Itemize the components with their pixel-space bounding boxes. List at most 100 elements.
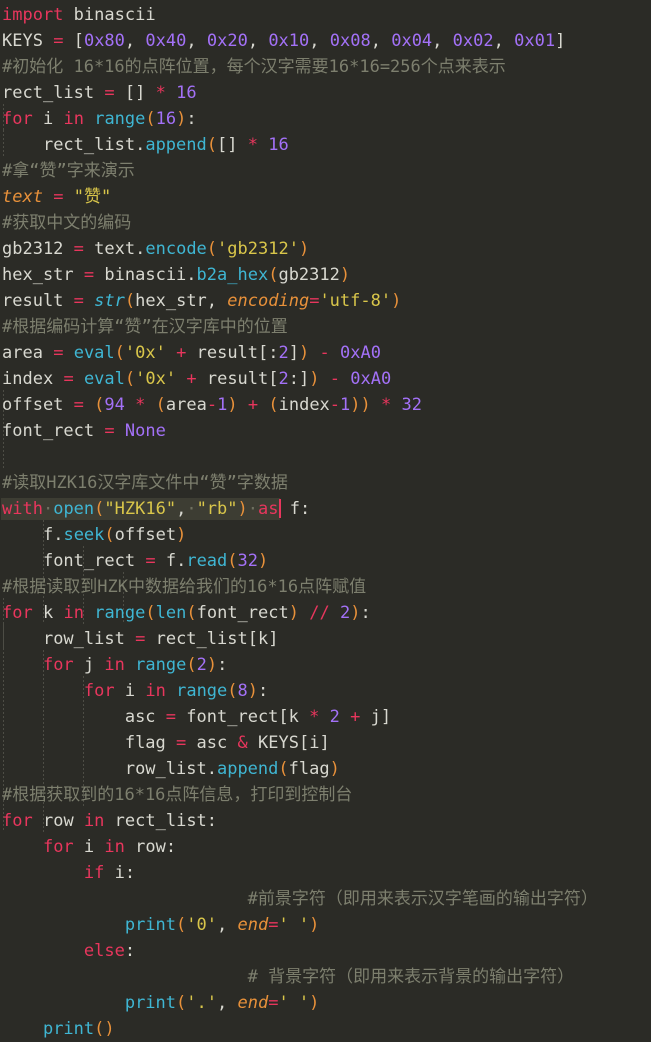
token-operator: - <box>319 343 330 363</box>
code-line[interactable]: print('.', end=' ') <box>0 990 651 1016</box>
code-line[interactable]: KEYS = [0x80, 0x40, 0x20, 0x10, 0x08, 0x… <box>0 28 651 54</box>
token-bracket: [ <box>268 369 279 389</box>
token-operator: + <box>176 343 187 363</box>
code-line[interactable]: for k in range(len(font_rect) // 2): <box>0 600 651 626</box>
token-function: eval <box>73 343 115 363</box>
token-string: 'utf-8' <box>319 291 392 311</box>
token-keyword: for <box>2 811 33 831</box>
token-colon: : <box>124 941 136 961</box>
code-line[interactable]: hex_str = binascii.b2a_hex(gb2312) <box>0 262 651 288</box>
token-function: print <box>124 993 177 1013</box>
code-line[interactable]: import binascii <box>0 2 651 28</box>
token-variable: j <box>370 707 381 727</box>
token-operator: = <box>104 421 115 441</box>
token-bracket: [ <box>247 629 258 649</box>
token-paren: ) <box>298 239 310 259</box>
token-operator: + <box>350 707 361 727</box>
token-variable: gb2312 <box>2 239 64 259</box>
token-variable: index <box>2 369 54 389</box>
code-line[interactable]: #读取HZK16汉字库文件中“赞”字数据 <box>0 470 651 496</box>
code-line[interactable]: for i in range(8): <box>0 678 651 704</box>
token-variable: hex_str <box>2 265 74 285</box>
token-operator: = <box>268 993 279 1013</box>
selection-highlight[interactable]: with·open("HZK16",·"rb")·as <box>2 499 279 519</box>
code-line[interactable]: f.seek(offset) <box>0 522 651 548</box>
code-line[interactable]: flag = asc & KEYS[i] <box>0 730 651 756</box>
token-operator: = <box>135 629 146 649</box>
token-operator: = <box>73 291 84 311</box>
token-paren: ( <box>206 135 217 155</box>
code-line[interactable]: # 背景字符（即用来表示背景的输出字符） <box>0 964 651 990</box>
code-line[interactable]: for i in row: <box>0 834 651 860</box>
token-paren: ( <box>268 265 279 285</box>
code-line-selected[interactable]: with·open("HZK16",·"rb")·as f: <box>0 496 651 522</box>
code-line[interactable]: gb2312 = text.encode('gb2312') <box>0 236 651 262</box>
code-line[interactable]: #根据编码计算“赞”在汉字库中的位置 <box>0 314 651 340</box>
token-variable: i <box>114 863 125 883</box>
token-paren: ) <box>329 759 340 779</box>
token-keyword: import <box>2 5 64 25</box>
code-line[interactable]: row_list.append(flag) <box>0 756 651 782</box>
token-bracket: [ <box>73 31 84 51</box>
code-line[interactable]: print('0', end=' ') <box>0 912 651 938</box>
token-variable: font_rect <box>2 421 95 441</box>
code-line-blank[interactable] <box>0 444 651 470</box>
code-line[interactable]: rect_list.append([] * 16 <box>0 132 651 158</box>
token-variable: result <box>2 291 64 311</box>
code-line[interactable]: if i: <box>0 860 651 886</box>
code-line[interactable]: #获取中文的编码 <box>0 210 651 236</box>
token-operator: * <box>155 83 166 103</box>
token-keyword: as <box>258 499 279 519</box>
token-paren: ) <box>247 681 259 701</box>
token-comment: #获取中文的编码 <box>2 213 132 233</box>
token-paren: ) <box>391 291 402 311</box>
code-line[interactable]: #初始化 16*16的点阵位置，每个汉字需要16*16=256个点来表示 <box>0 54 651 80</box>
token-keyword: for <box>42 837 74 857</box>
token-number: 0x02 <box>452 31 494 51</box>
code-line[interactable]: for i in range(16): <box>0 106 651 132</box>
code-line[interactable]: index = eval('0x' + result[2:]) - 0xA0 <box>0 366 651 392</box>
code-line[interactable]: #前景字符（即用来表示汉字笔画的输出字符） <box>0 886 651 912</box>
code-line[interactable]: text = "赞" <box>0 184 651 210</box>
token-number: 1 <box>340 395 351 415</box>
token-comma: , <box>216 993 228 1013</box>
token-paren: ( <box>206 239 218 259</box>
token-paren: ) <box>258 551 269 571</box>
token-function: b2a_hex <box>196 265 269 285</box>
code-line[interactable]: rect_list = [] * 16 <box>0 80 651 106</box>
token-comment: #前景字符（即用来表示汉字笔画的输出字符） <box>124 889 598 909</box>
text-cursor <box>278 499 281 518</box>
token-function: print <box>124 915 177 935</box>
token-operator: & <box>237 733 248 753</box>
token-keyword: else <box>83 941 125 961</box>
token-comma: , <box>370 31 381 51</box>
token-keyword: in <box>104 655 125 675</box>
token-bracket: ] <box>288 343 300 363</box>
code-line[interactable]: #拿“赞”字来演示 <box>0 158 651 184</box>
token-dot: . <box>176 551 187 571</box>
token-operator: = <box>165 707 177 727</box>
code-line[interactable]: else: <box>0 938 651 964</box>
code-line[interactable]: result = str(hex_str, encoding='utf-8') <box>0 288 651 314</box>
token-variable: j <box>83 655 95 675</box>
token-variable: font_rect <box>42 551 136 571</box>
code-line[interactable]: #根据获取到的16*16点阵信息，打印到控制台 <box>0 782 651 808</box>
code-line[interactable]: for j in range(2): <box>0 652 651 678</box>
token-function: append <box>145 135 207 155</box>
token-operator: // <box>309 603 330 623</box>
code-line[interactable]: font_rect = f.read(32) <box>0 548 651 574</box>
code-line[interactable]: asc = font_rect[k * 2 + j] <box>0 704 651 730</box>
token-variable: rect_list <box>2 83 95 103</box>
code-line[interactable]: area = eval('0x' + result[:2]) - 0xA0 <box>0 340 651 366</box>
code-lines[interactable]: import binascii KEYS = [0x80, 0x40, 0x20… <box>0 0 651 1042</box>
token-variable: text <box>2 187 43 207</box>
code-line[interactable]: print() <box>0 1016 651 1042</box>
token-comma: , <box>309 31 320 51</box>
code-line[interactable]: for row in rect_list: <box>0 808 651 834</box>
code-line[interactable]: row_list = rect_list[k] <box>0 626 651 652</box>
code-line[interactable]: #根据读取到HZK中数据给我们的16*16点阵赋值 <box>0 574 651 600</box>
code-line[interactable]: offset = (94 * (area-1) + (index-1)) * 3… <box>0 392 651 418</box>
code-line[interactable]: font_rect = None <box>0 418 651 444</box>
code-editor[interactable]: import binascii KEYS = [0x80, 0x40, 0x20… <box>0 0 651 1039</box>
token-operator: = <box>73 395 84 415</box>
